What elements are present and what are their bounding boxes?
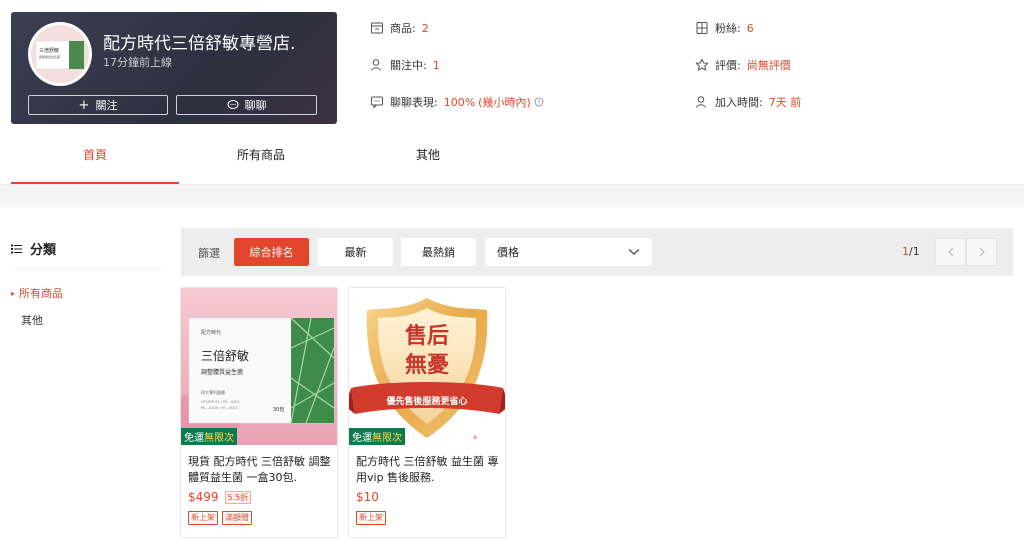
tab-all-products[interactable]: 所有商品 xyxy=(177,146,345,163)
followers-icon xyxy=(696,22,708,34)
sidebar-item-label: 所有商品 xyxy=(19,287,64,300)
stat-joined-value: 7天 前 xyxy=(768,96,802,109)
stat-joined: 加入時間: 7天 前 xyxy=(695,94,801,110)
prev-page-button[interactable] xyxy=(935,238,966,266)
stat-followers-value: 6 xyxy=(746,21,754,35)
product-price: $499 xyxy=(188,490,219,504)
box-codes-line1: LP-MNP-02 / PA - A001 xyxy=(201,400,240,404)
product-title[interactable]: 現貨 配方時代 三倍舒敏 調整體質益生菌 一盒30包. xyxy=(188,454,333,486)
product-card[interactable]: 售后 無憂 優先售後服務更省心 ✦ 免運 無限次 配方時代 三倍舒敏 益生菌 專用… xyxy=(348,287,506,538)
shop-header-card: 三倍舒敏 調整體質益生菌 配方時代三倍舒敏專營店. 17分鐘前上線 + 關注 聊… xyxy=(11,12,337,124)
shield-line1: 售后 xyxy=(405,323,449,349)
price-row: $499 5.5折 xyxy=(188,490,252,504)
list-icon xyxy=(11,244,22,253)
shop-last-online: 17分鐘前上線 xyxy=(103,56,172,69)
box-subtitle-text: 調整體質益生菌 xyxy=(201,368,243,376)
plus-icon: + xyxy=(78,97,90,113)
product-image: 配方時代 三倍舒敏 調整體質益生菌 四大專利菌種 LP-MNP-02 / PA … xyxy=(181,288,337,445)
box-name-text: 三倍舒敏 xyxy=(201,348,249,363)
ship-highlight: 無限次 xyxy=(372,433,402,444)
chevron-left-icon xyxy=(947,247,953,257)
tag-gift: 滿額贈 xyxy=(222,511,252,525)
person-icon xyxy=(371,59,381,71)
chat-bubble-icon xyxy=(227,100,238,109)
stat-followers-label: 粉絲: xyxy=(715,22,741,35)
box-count-text: 30包 xyxy=(273,406,284,413)
price-row: $10 xyxy=(356,490,379,504)
stat-chat-label: 聊聊表現: xyxy=(390,96,438,109)
chevron-down-icon xyxy=(628,248,640,255)
ribbon-text: 優先售後服務更省心 xyxy=(385,395,467,407)
stat-following-label: 關注中: xyxy=(390,59,427,72)
product-price: $10 xyxy=(356,490,379,504)
product-box-image: 三倍舒敏 調整體質益生菌 xyxy=(31,25,89,83)
sort-relevance-button[interactable]: 綜合排名 xyxy=(234,238,309,266)
stat-following[interactable]: 關注中: 1 xyxy=(370,57,440,73)
stat-products: 商品: 2 xyxy=(370,20,429,36)
free-shipping-badge: 免運 無限次 xyxy=(181,428,237,445)
stat-chat-note: (幾小時內) xyxy=(478,96,531,109)
shield-line2: 無憂 xyxy=(405,352,449,378)
stat-products-label: 商品: xyxy=(390,22,416,35)
chevron-right-icon xyxy=(979,247,985,257)
stat-chat-value: 100% xyxy=(443,95,476,109)
tab-other[interactable]: 其他 xyxy=(344,146,512,163)
product-card[interactable]: 配方時代 三倍舒敏 調整體質益生菌 四大專利菌種 LP-MNP-02 / PA … xyxy=(180,287,338,538)
next-page-button[interactable] xyxy=(966,238,997,266)
stat-chat-performance: 聊聊表現: 100% (幾小時內) ? xyxy=(370,94,544,110)
box-codes-line2: PA - A006 / PA - A001 xyxy=(201,406,238,410)
svg-text:✦: ✦ xyxy=(471,433,479,444)
discount-badge: 5.5折 xyxy=(224,490,252,504)
caret-right-icon: ▸ xyxy=(11,288,16,298)
product-tags: 新上架 xyxy=(356,511,386,525)
follow-label: 關注 xyxy=(95,99,118,112)
ship-prefix: 免運 xyxy=(352,433,372,444)
chat-box-icon xyxy=(371,96,383,109)
ship-prefix: 免運 xyxy=(184,433,204,444)
chat-button[interactable]: 聊聊 xyxy=(176,95,317,115)
chat-label: 聊聊 xyxy=(244,99,267,112)
help-icon[interactable]: ? xyxy=(534,97,544,107)
product-tags: 新上架 滿額贈 xyxy=(188,511,252,525)
price-sort-select[interactable]: 價格 xyxy=(485,238,652,266)
page-current: 1 xyxy=(902,245,909,258)
stat-products-value: 2 xyxy=(421,21,429,35)
tag-new: 新上架 xyxy=(356,511,386,525)
sort-latest-button[interactable]: 最新 xyxy=(318,238,393,266)
sort-top-sales-button[interactable]: 最熱銷 xyxy=(401,238,476,266)
box-brand-text: 配方時代 xyxy=(201,329,221,336)
filter-label: 篩選 xyxy=(198,247,220,260)
page-total: /1 xyxy=(909,245,920,258)
tab-home[interactable]: 首頁 xyxy=(11,146,179,163)
product-image: 售后 無憂 優先售後服務更省心 ✦ xyxy=(349,288,505,445)
box-strains-text: 四大專利菌種 xyxy=(201,389,225,395)
ship-highlight: 無限次 xyxy=(204,433,234,444)
page-indicator: 1/1 xyxy=(902,245,920,258)
category-title: 分類 xyxy=(30,243,57,258)
follow-button[interactable]: + 關注 xyxy=(28,95,168,115)
svg-text:?: ? xyxy=(537,99,540,106)
store-icon xyxy=(371,22,383,34)
stat-following-value: 1 xyxy=(432,58,440,72)
stat-followers[interactable]: 粉絲: 6 xyxy=(695,20,754,36)
shop-avatar[interactable]: 三倍舒敏 調整體質益生菌 xyxy=(28,22,92,86)
stat-joined-label: 加入時間: xyxy=(715,96,763,109)
sidebar-item-all-products[interactable]: ▸ 所有商品 xyxy=(11,285,63,301)
price-sort-label: 價格 xyxy=(497,246,519,259)
sidebar-item-other[interactable]: 其他 xyxy=(21,312,43,328)
avatar-box-subtitle: 調整體質益生菌 xyxy=(39,54,60,59)
avatar-box-title: 三倍舒敏 xyxy=(39,47,59,54)
stat-rating-label: 評價: xyxy=(715,59,741,72)
category-heading: 分類 xyxy=(11,239,56,258)
tag-new: 新上架 xyxy=(188,511,218,525)
person-joined-icon xyxy=(696,96,706,108)
category-divider xyxy=(11,268,161,269)
stat-rating: 評價: 尚無評價 xyxy=(695,57,791,73)
section-separator xyxy=(0,185,1024,207)
star-icon xyxy=(695,58,709,71)
product-title[interactable]: 配方時代 三倍舒敏 益生菌 專用vip 售後服務. xyxy=(356,454,501,486)
shop-name: 配方時代三倍舒敏專營店. xyxy=(103,34,296,54)
stat-rating-value: 尚無評價 xyxy=(746,59,791,72)
free-shipping-badge: 免運 無限次 xyxy=(349,428,405,445)
